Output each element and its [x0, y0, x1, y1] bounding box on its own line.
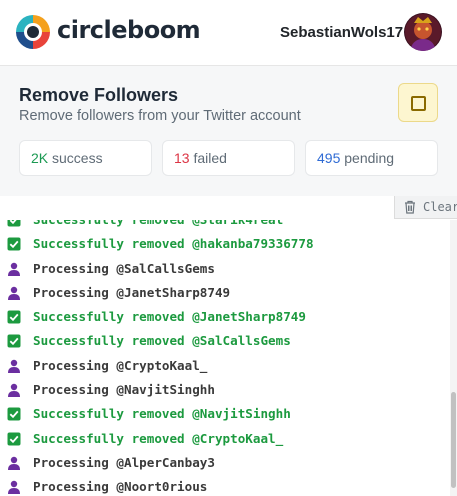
user-icon [8, 383, 20, 398]
avatar[interactable] [404, 13, 442, 51]
log-entry-text: Successfully removed @CryptoKaal_ [33, 430, 284, 446]
log-entry: Processing @JanetSharp8749 [0, 281, 450, 305]
log-scrollbar[interactable] [450, 220, 457, 496]
user-icon [8, 481, 20, 495]
user-icon [8, 262, 20, 276]
failed-count: 13 [174, 150, 190, 166]
log-entry: Processing @NavjitSinghh [0, 378, 450, 402]
check-square-icon [7, 237, 21, 251]
clear-label: Clear [423, 200, 457, 214]
success-label: success [52, 150, 103, 166]
log-entry-text: Successfully removed @JanetSharp8749 [33, 309, 306, 325]
remove-followers-panel: Remove Followers Remove followers from y… [0, 66, 457, 196]
success-stat: 2K success [19, 140, 152, 176]
log-entry: Successfully removed @CryptoKaal_ [0, 427, 450, 451]
check-square-icon [7, 407, 21, 421]
log-entry: Successfully removed @SalCallsGems [0, 329, 450, 353]
circleboom-logo-icon[interactable] [13, 12, 53, 52]
log-entry: Processing @SalCallsGems [0, 257, 450, 281]
log-entry: Processing @AlperCanbay3 [0, 451, 450, 475]
success-count: 2K [31, 150, 49, 166]
check-square-icon [7, 220, 21, 227]
log-scrollbar-thumb[interactable] [451, 392, 456, 488]
failed-stat: 13 failed [162, 140, 295, 176]
log-entry-text: Successfully removed @hakanba79336778 [33, 236, 314, 252]
page-subtitle: Remove followers from your Twitter accou… [19, 108, 301, 124]
log-entry-text: Processing @AlperCanbay3 [33, 454, 215, 470]
top-bar: circleboom SebastianWols17 [0, 0, 457, 66]
page-title: Remove Followers [19, 85, 179, 105]
check-square-icon [7, 310, 21, 324]
log-entry-text: Successfully removed @NavjitSinghh [33, 406, 291, 422]
pending-label: pending [344, 150, 395, 166]
failed-label: failed [193, 150, 227, 166]
check-square-icon [7, 334, 21, 348]
log-entry-text: Processing @SalCallsGems [33, 260, 215, 276]
clear-log-button[interactable]: Clear [394, 196, 457, 219]
log-entry-text: Successfully removed @Starik4real [33, 220, 283, 232]
trash-icon [405, 200, 415, 214]
user-icon [8, 456, 20, 470]
check-square-icon [7, 432, 21, 446]
activity-log[interactable]: Successfully removed @Starik4real Success… [0, 220, 450, 496]
log-entry-text: Processing @NavjitSinghh [33, 382, 215, 398]
log-entry: Successfully removed @Starik4real [0, 220, 450, 232]
pending-stat: 495 pending [305, 140, 438, 176]
log-entry-text: Processing @JanetSharp8749 [33, 284, 231, 300]
stop-button[interactable] [398, 83, 438, 122]
stop-square-icon [411, 96, 426, 111]
log-entry: Successfully removed @hakanba79336778 [0, 232, 450, 256]
user-icon [8, 286, 20, 300]
log-entry: Successfully removed @NavjitSinghh [0, 402, 450, 426]
log-entry-text: Successfully removed @SalCallsGems [33, 333, 291, 349]
pending-count: 495 [317, 150, 341, 166]
log-entry: Processing @CryptoKaal_ [0, 354, 450, 378]
brand-name[interactable]: circleboom [57, 16, 201, 44]
username[interactable]: SebastianWols17 [280, 24, 403, 41]
log-entry: Processing @Noort0rious [0, 475, 450, 496]
log-entry: Successfully removed @JanetSharp8749 [0, 305, 450, 329]
log-entry-text: Processing @CryptoKaal_ [33, 357, 208, 373]
activity-log-list: Successfully removed @Starik4real Success… [0, 220, 450, 496]
user-icon [8, 359, 20, 373]
log-entry-text: Processing @Noort0rious [33, 479, 208, 495]
